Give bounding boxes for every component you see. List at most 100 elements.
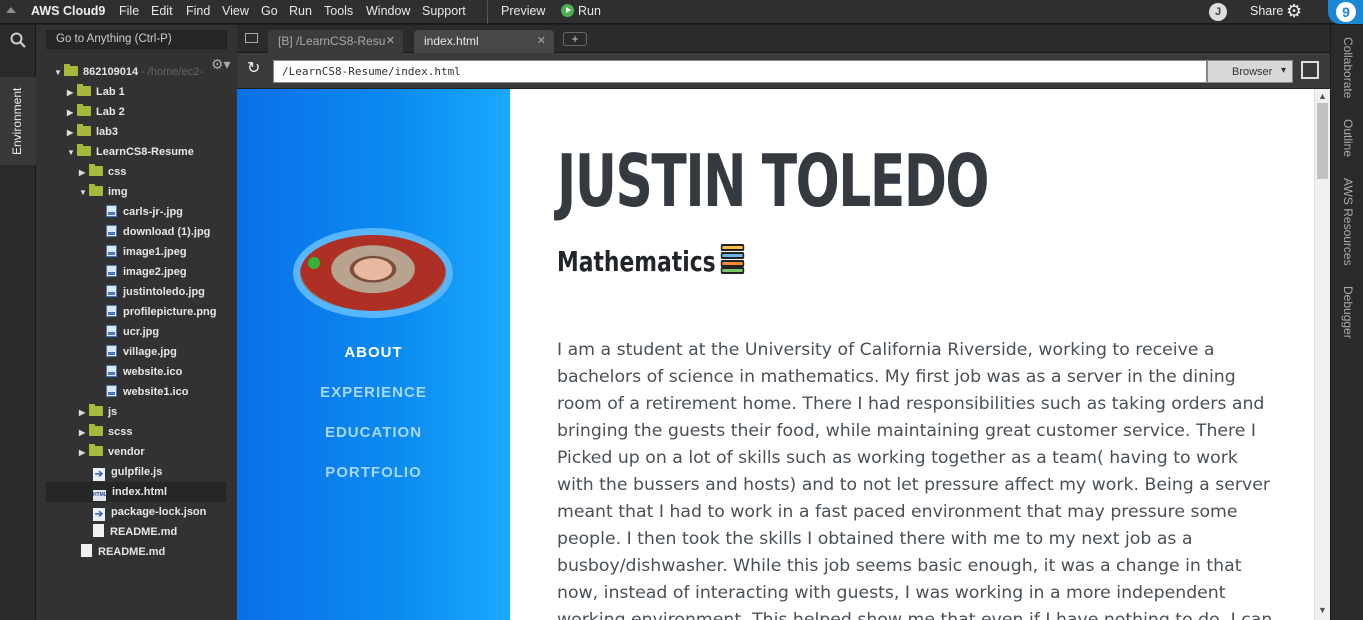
tree-file[interactable]: website.ico [106,362,182,382]
html-file-icon: HTML [93,490,107,501]
folder-icon [64,64,78,76]
collapse-menu-icon[interactable] [6,7,16,13]
preview-button[interactable]: Preview [501,4,545,18]
menu-go[interactable]: Go [261,4,278,18]
new-tab-plus-icon[interactable]: + [563,32,587,46]
environment-tab-label: Environment [10,87,24,155]
menu-edit[interactable]: Edit [151,4,173,18]
tree-file-label: image1.jpeg [123,246,187,258]
close-icon[interactable]: ✕ [537,30,546,53]
close-icon[interactable]: ✕ [386,30,395,53]
tree-file[interactable]: ucr.jpg [106,322,159,342]
menu-file[interactable]: File [119,4,139,18]
image-file-icon [106,325,117,337]
document-file-icon [93,524,104,537]
scroll-up-arrow-icon[interactable]: ▲ [1318,91,1327,101]
resume-subject: Mathematics [557,243,745,278]
preferences-gear-icon[interactable]: ⚙ [1286,2,1302,20]
tree-file[interactable]: download (1).jpg [106,222,210,242]
tree-file[interactable]: village.jpg [106,342,177,362]
share-button[interactable]: Share [1250,4,1283,18]
left-panel-tabs: Environment [0,25,36,620]
tree-label: lab3 [96,126,119,138]
tab-collaborate[interactable]: Collaborate [1341,37,1355,98]
tree-file[interactable]: website1.ico [106,382,188,402]
pop-out-window-icon[interactable] [1301,61,1319,79]
tree-root[interactable]: ▼ 862109014 - /home/ec2- [54,62,203,82]
tree-file[interactable]: justintoledo.jpg [106,282,205,302]
tree-settings-gear-icon[interactable]: ⚙▾ [211,56,231,73]
tree-folder-lab3[interactable]: ▶ lab3 [67,122,118,142]
menu-find[interactable]: Find [186,4,210,18]
tree-file[interactable]: ➔ package-lock.json [93,502,206,522]
browser-mode-dropdown[interactable]: Browser [1207,60,1293,83]
image-file-icon [106,245,117,257]
scroll-down-arrow-icon[interactable]: ▼ [1318,605,1327,615]
decorative-ball [308,257,320,269]
editor-tab-bar: [B] /LearnCS8-Resu ✕ index.html ✕ + [237,25,1330,53]
tree-folder-lab2[interactable]: ▶ Lab 2 [67,102,125,122]
tree-file[interactable]: carls-jr-.jpg [106,202,183,222]
tree-file[interactable]: profilepicture.png [106,302,217,322]
tree-folder-img[interactable]: ▼ img [79,182,128,202]
tree-file-label: README.md [110,526,178,538]
tree-folder-js[interactable]: ▶ js [79,402,117,422]
run-button[interactable]: Run [561,4,601,18]
tree-file[interactable]: image2.jpeg [106,262,187,282]
tab-label: index.html [424,34,479,48]
tree-file[interactable]: README.md [81,542,165,562]
menu-tools[interactable]: Tools [324,4,353,18]
nav-about-link[interactable]: ABOUT [237,344,510,361]
tab-aws-resources[interactable]: AWS Resources [1341,178,1355,266]
collapse-arrow-icon: ▶ [67,108,74,117]
reload-icon[interactable]: ↻ [247,61,263,77]
tree-label: LearnCS8-Resume [96,146,194,158]
user-avatar[interactable]: J [1209,3,1227,21]
cloud9-icon: 9 [1336,2,1356,22]
profile-picture [300,235,446,311]
tab-debugger[interactable]: Debugger [1341,286,1355,339]
scrollbar-thumb[interactable] [1317,103,1328,179]
resume-sidebar: ABOUT EXPERIENCE EDUCATION PORTFOLIO [237,89,510,620]
tab-browser-preview[interactable]: [B] /LearnCS8-Resu ✕ [268,30,403,53]
tree-folder-lab1[interactable]: ▶ Lab 1 [67,82,125,102]
preview-scrollbar[interactable]: ▲ ▼ [1314,89,1330,620]
nav-portfolio-link[interactable]: PORTFOLIO [237,464,510,481]
tree-file-label: carls-jr-.jpg [123,206,183,218]
tree-label: vendor [108,446,145,458]
image-file-icon [106,265,117,277]
menu-window[interactable]: Window [366,4,410,18]
tree-file-selected[interactable]: HTML index.html [46,482,226,502]
resume-content: JUSTIN TOLEDO Mathematics I am a student… [510,89,1314,620]
right-panel-tabs: Collaborate Outline AWS Resources Debugg… [1330,25,1363,620]
tree-folder-scss[interactable]: ▶ scss [79,422,132,442]
tree-folder-vendor[interactable]: ▶ vendor [79,442,145,462]
nav-education-link[interactable]: EDUCATION [237,424,510,441]
tree-file-label: website.ico [123,366,183,378]
tree-folder-project[interactable]: ▼ LearnCS8-Resume [67,142,194,162]
app-brand[interactable]: AWS Cloud9 [31,4,105,18]
tree-file-label: README.md [98,546,166,558]
environment-tab[interactable]: Environment [0,77,36,165]
tree-file-label: village.jpg [123,346,177,358]
tab-list-icon[interactable] [245,33,258,43]
search-icon[interactable] [10,32,26,48]
tree-folder-css[interactable]: ▶ css [79,162,126,182]
go-to-anything-input[interactable]: Go to Anything (Ctrl-P) [46,30,227,49]
tree-file[interactable]: image1.jpeg [106,242,187,262]
menu-run[interactable]: Run [289,4,312,18]
image-file-icon [106,205,117,217]
menu-view[interactable]: View [222,4,249,18]
image-file-icon [106,385,117,397]
tree-file[interactable]: ➔ gulpfile.js [93,462,162,482]
tree-label: Lab 1 [96,86,125,98]
menu-support[interactable]: Support [422,4,466,18]
nav-experience-link[interactable]: EXPERIENCE [237,384,510,401]
tree-file[interactable]: README.md [93,522,177,542]
tree-file-label: profilepicture.png [123,306,217,318]
url-input[interactable]: /LearnCS8-Resume/index.html [273,60,1207,83]
tab-index-html[interactable]: index.html ✕ [414,30,554,53]
image-file-icon [106,225,117,237]
tab-outline[interactable]: Outline [1341,119,1355,157]
cloud9-logo[interactable]: 9 [1328,0,1363,24]
